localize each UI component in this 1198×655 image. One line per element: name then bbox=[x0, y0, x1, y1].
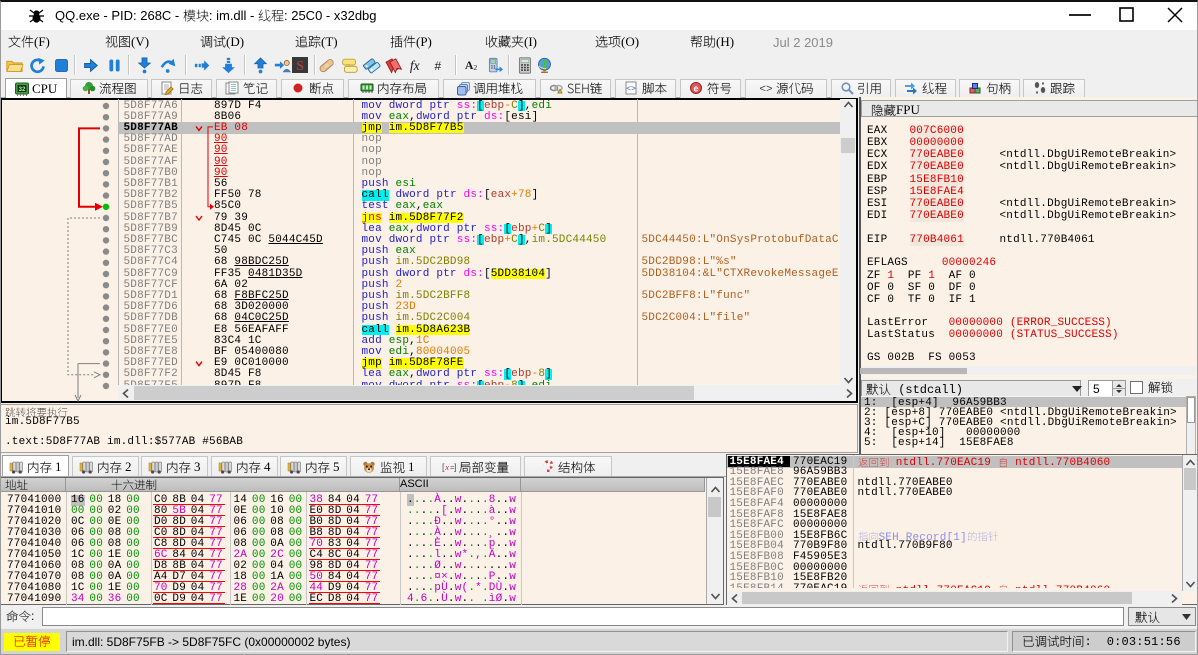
svg-text:<>: <> bbox=[627, 85, 637, 94]
svg-text:x: x bbox=[444, 462, 449, 472]
svg-text:fx: fx bbox=[410, 58, 420, 73]
svg-text:e: e bbox=[694, 84, 699, 94]
svg-text:]: ] bbox=[454, 462, 457, 472]
svg-text:2: 2 bbox=[473, 63, 477, 72]
svg-text:#: # bbox=[435, 59, 442, 73]
svg-text:<>: <> bbox=[759, 84, 772, 96]
svg-text:A: A bbox=[465, 58, 474, 72]
